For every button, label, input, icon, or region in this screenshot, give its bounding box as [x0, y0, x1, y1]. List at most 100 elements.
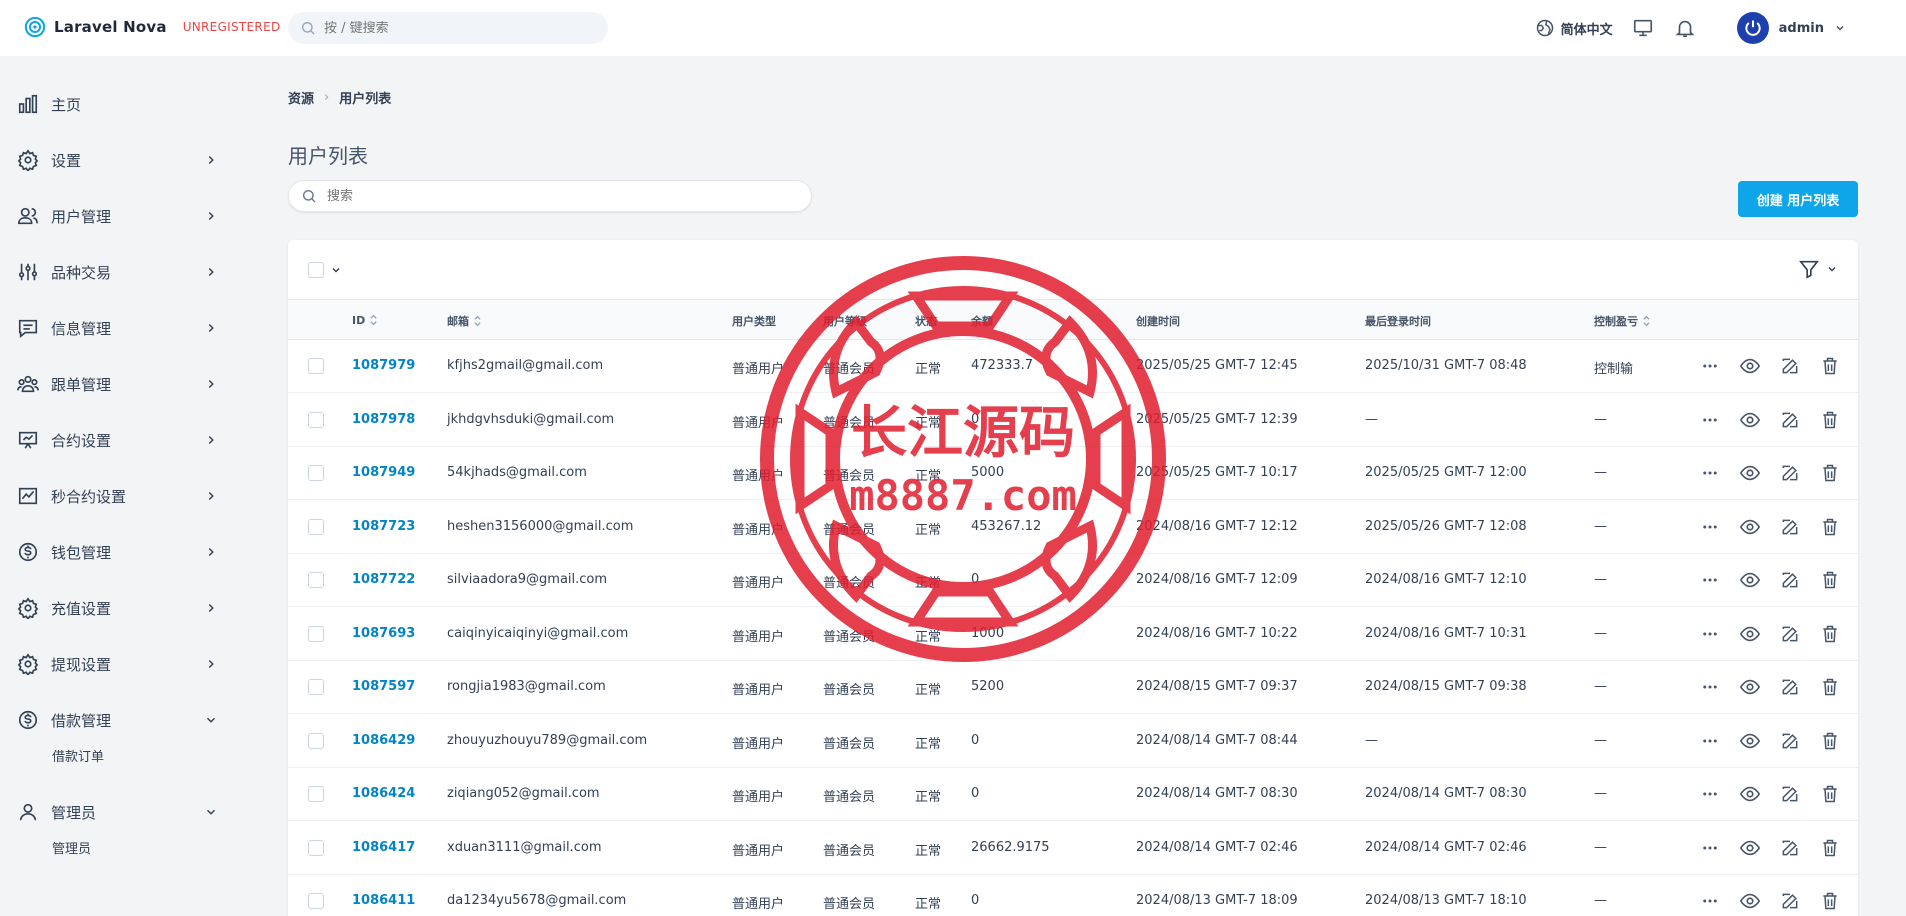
view-icon[interactable]: [1738, 568, 1762, 592]
view-icon[interactable]: [1738, 408, 1762, 432]
global-search-input[interactable]: [324, 20, 584, 36]
sidebar-item-settings[interactable]: 设置: [16, 142, 222, 178]
resource-search-input[interactable]: [327, 188, 787, 204]
edit-icon[interactable]: [1778, 782, 1802, 806]
more-actions-icon[interactable]: [1698, 408, 1722, 432]
edit-icon[interactable]: [1778, 622, 1802, 646]
trash-icon[interactable]: [1818, 675, 1842, 699]
column-header-email[interactable]: 邮箱: [447, 313, 482, 329]
edit-icon[interactable]: [1778, 515, 1802, 539]
cell-status: 正常: [915, 629, 942, 645]
sidebar-item-copy-trading[interactable]: 跟单管理: [16, 366, 222, 402]
sidebar-item-admins[interactable]: 管理员: [16, 794, 222, 830]
sidebar-item-trading[interactable]: 品种交易: [16, 254, 222, 290]
view-icon[interactable]: [1738, 836, 1762, 860]
cell-id[interactable]: 1087597: [352, 679, 415, 694]
edit-icon[interactable]: [1778, 889, 1802, 913]
trash-icon[interactable]: [1818, 408, 1842, 432]
edit-icon[interactable]: [1778, 836, 1802, 860]
more-actions-icon[interactable]: [1698, 354, 1722, 378]
sidebar-item-wallet[interactable]: 钱包管理: [16, 534, 222, 570]
language-switcher[interactable]: 简体中文: [1535, 18, 1613, 38]
sidebar-item-second-contract[interactable]: 秒合约设置: [16, 478, 222, 514]
row-checkbox[interactable]: [308, 732, 324, 749]
create-user-button[interactable]: 创建 用户列表: [1738, 181, 1858, 217]
sidebar-item-contract[interactable]: 合约设置: [16, 422, 222, 458]
trash-icon[interactable]: [1818, 461, 1842, 485]
cell-id[interactable]: 1086429: [352, 733, 415, 748]
filter-dropdown[interactable]: [1798, 258, 1838, 280]
view-icon[interactable]: [1738, 889, 1762, 913]
row-checkbox[interactable]: [308, 465, 324, 481]
sidebar-item-withdraw[interactable]: 提现设置: [16, 646, 222, 682]
cell-id[interactable]: 1087979: [352, 358, 415, 373]
sidebar-item-loans[interactable]: 借款管理: [16, 702, 222, 738]
trash-icon[interactable]: [1818, 354, 1842, 378]
edit-icon[interactable]: [1778, 568, 1802, 592]
more-actions-icon[interactable]: [1698, 889, 1722, 913]
app-logo[interactable]: Laravel Nova UNREGISTERED: [24, 16, 281, 38]
more-actions-icon[interactable]: [1698, 782, 1722, 806]
view-icon[interactable]: [1738, 729, 1762, 753]
more-actions-icon[interactable]: [1698, 729, 1722, 753]
row-checkbox[interactable]: [308, 679, 324, 695]
row-checkbox[interactable]: [308, 893, 324, 909]
sidebar-item-users[interactable]: 用户管理: [16, 198, 222, 234]
trash-icon[interactable]: [1818, 729, 1842, 753]
sidebar-item-messages[interactable]: 信息管理: [16, 310, 222, 346]
more-actions-icon[interactable]: [1698, 622, 1722, 646]
edit-icon[interactable]: [1778, 461, 1802, 485]
cell-id[interactable]: 1087722: [352, 572, 415, 587]
trash-icon[interactable]: [1818, 622, 1842, 646]
global-search[interactable]: [288, 12, 608, 44]
breadcrumb-root[interactable]: 资源: [288, 88, 314, 107]
search-icon: [303, 190, 316, 203]
cell-id[interactable]: 1086411: [352, 893, 415, 908]
column-header-id[interactable]: ID: [352, 313, 378, 327]
row-checkbox[interactable]: [308, 839, 324, 856]
select-all-dropdown[interactable]: [308, 262, 342, 278]
row-checkbox[interactable]: [308, 358, 324, 374]
column-header-control[interactable]: 控制盈亏: [1594, 313, 1651, 329]
resource-search[interactable]: [288, 180, 812, 212]
trash-icon[interactable]: [1818, 889, 1842, 913]
cell-id[interactable]: 1087978: [352, 412, 415, 427]
sidebar-item-recharge[interactable]: 充值设置: [16, 590, 222, 626]
trash-icon[interactable]: [1818, 782, 1842, 806]
row-checkbox[interactable]: [308, 625, 324, 642]
row-checkbox[interactable]: [308, 786, 324, 802]
row-checkbox[interactable]: [308, 518, 324, 535]
select-all-checkbox[interactable]: [308, 262, 324, 278]
row-checkbox[interactable]: [308, 411, 324, 428]
edit-icon[interactable]: [1778, 675, 1802, 699]
sidebar-item-home[interactable]: 主页: [16, 86, 222, 122]
cell-id[interactable]: 1086424: [352, 786, 415, 801]
row-checkbox[interactable]: [308, 572, 324, 588]
view-icon[interactable]: [1738, 782, 1762, 806]
trash-icon[interactable]: [1818, 515, 1842, 539]
trash-icon[interactable]: [1818, 836, 1842, 860]
view-icon[interactable]: [1738, 675, 1762, 699]
more-actions-icon[interactable]: [1698, 675, 1722, 699]
edit-icon[interactable]: [1778, 408, 1802, 432]
view-icon[interactable]: [1738, 515, 1762, 539]
cell-id[interactable]: 1086417: [352, 840, 415, 855]
view-icon[interactable]: [1738, 622, 1762, 646]
cell-id[interactable]: 1087723: [352, 519, 415, 534]
desktop-toggle[interactable]: [1631, 16, 1655, 40]
edit-icon[interactable]: [1778, 729, 1802, 753]
view-icon[interactable]: [1738, 354, 1762, 378]
cell-id[interactable]: 1087693: [352, 626, 415, 641]
more-actions-icon[interactable]: [1698, 836, 1722, 860]
cell-id[interactable]: 1087949: [352, 465, 415, 480]
more-actions-icon[interactable]: [1698, 515, 1722, 539]
sidebar-subitem-admins[interactable]: 管理员: [52, 838, 91, 857]
sidebar-subitem-loan-orders[interactable]: 借款订单: [52, 746, 104, 765]
edit-icon[interactable]: [1778, 354, 1802, 378]
trash-icon[interactable]: [1818, 568, 1842, 592]
more-actions-icon[interactable]: [1698, 568, 1722, 592]
notifications-button[interactable]: [1673, 16, 1697, 40]
user-menu[interactable]: admin: [1736, 12, 1846, 44]
view-icon[interactable]: [1738, 461, 1762, 485]
more-actions-icon[interactable]: [1698, 461, 1722, 485]
